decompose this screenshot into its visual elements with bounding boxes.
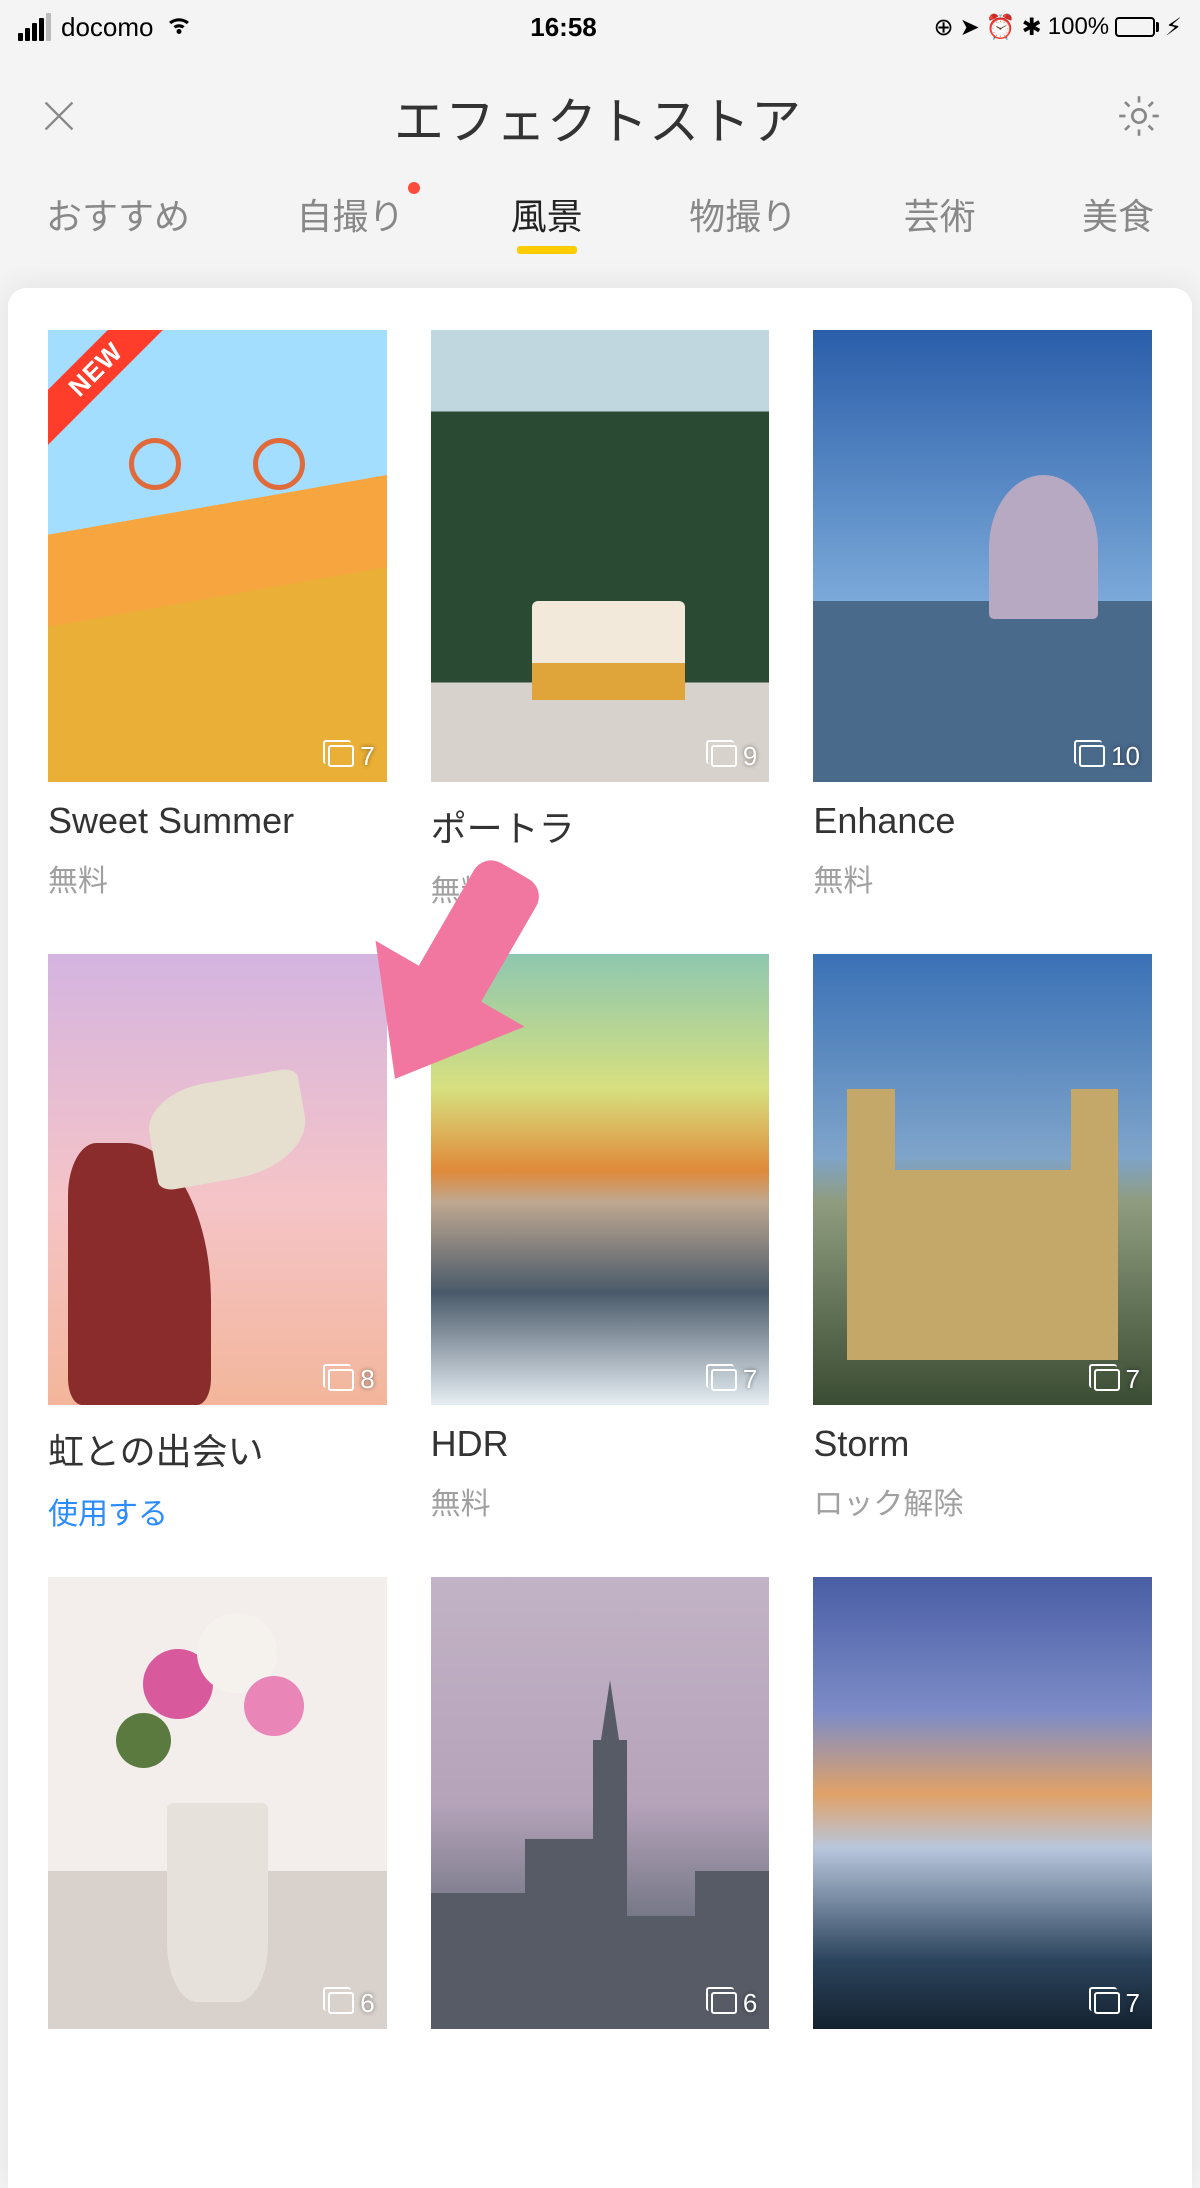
effect-tile[interactable]: NEW 7 Sweet Summer 無料: [48, 330, 387, 910]
settings-button[interactable]: [1114, 91, 1164, 146]
tab-1[interactable]: 自撮り: [296, 188, 404, 240]
photo-count: 7: [1094, 1988, 1140, 2019]
photo-count-value: 7: [360, 741, 374, 772]
alarm-icon: ⏰: [986, 13, 1016, 42]
effect-thumbnail[interactable]: 8: [48, 954, 387, 1406]
photo-count: 7: [1094, 1364, 1140, 1395]
photo-count-value: 6: [743, 1988, 757, 2019]
effect-thumbnail[interactable]: 7: [813, 954, 1152, 1406]
use-button[interactable]: 使用する: [48, 1489, 387, 1533]
stack-icon: [328, 745, 354, 767]
effect-title: Storm: [813, 1423, 1152, 1465]
effect-tile[interactable]: 6: [431, 1577, 770, 2029]
wifi-icon: [164, 9, 194, 46]
effect-title: ポートラ: [431, 800, 770, 852]
effect-price: 無料: [431, 866, 770, 910]
notification-dot: [408, 182, 420, 194]
photo-count: 9: [711, 741, 757, 772]
stack-icon: [328, 1992, 354, 2014]
effect-title: 虹との出会い: [48, 1423, 387, 1475]
photo-count-value: 9: [743, 741, 757, 772]
tab-5[interactable]: 美食: [1082, 188, 1154, 240]
category-tabs: おすすめ 自撮り 風景 物撮り 芸術 美食: [0, 176, 1200, 270]
effect-price: 無料: [48, 856, 387, 900]
status-right: ⊕ ➤ ⏰ ✱ 100% ⚡︎: [934, 13, 1182, 42]
status-bar: docomo 16:58 ⊕ ➤ ⏰ ✱ 100% ⚡︎: [0, 0, 1200, 44]
battery-icon: [1115, 17, 1159, 37]
effect-thumbnail[interactable]: 9: [431, 330, 770, 782]
clock: 16:58: [530, 12, 597, 43]
stack-icon: [711, 745, 737, 767]
location-icon: ➤: [960, 13, 980, 42]
effect-thumbnail[interactable]: NEW 7: [48, 330, 387, 782]
photo-count: 6: [328, 1988, 374, 2019]
effect-tile[interactable]: 7 HDR 無料: [431, 954, 770, 1534]
tab-2[interactable]: 風景: [511, 188, 583, 240]
carrier-label: docomo: [61, 12, 154, 43]
effect-price: 無料: [431, 1479, 770, 1523]
stack-icon: [711, 1992, 737, 2014]
header: エフェクトストア: [0, 44, 1200, 176]
photo-count-value: 7: [743, 1364, 757, 1395]
effect-tile[interactable]: 7: [813, 1577, 1152, 2029]
stack-icon: [328, 1369, 354, 1391]
charging-icon: ⚡︎: [1165, 13, 1182, 42]
stack-icon: [711, 1369, 737, 1391]
effect-tile[interactable]: 6: [48, 1577, 387, 2029]
photo-count-value: 7: [1126, 1988, 1140, 2019]
effect-title: HDR: [431, 1423, 770, 1465]
new-badge: NEW: [48, 330, 175, 448]
stack-icon: [1079, 745, 1105, 767]
effect-price: 無料: [813, 856, 1152, 900]
photo-count-value: 10: [1111, 741, 1140, 772]
photo-count-value: 7: [1126, 1364, 1140, 1395]
page-title: エフェクトストア: [394, 82, 802, 154]
orientation-lock-icon: ⊕: [934, 13, 954, 42]
photo-count-value: 8: [360, 1364, 374, 1395]
photo-count-value: 6: [360, 1988, 374, 2019]
signal-icon: [18, 13, 51, 41]
stack-icon: [1094, 1992, 1120, 2014]
photo-count: 10: [1079, 741, 1140, 772]
tab-0[interactable]: おすすめ: [46, 188, 190, 240]
effect-tile[interactable]: 9 ポートラ無料: [431, 330, 770, 910]
effect-thumbnail[interactable]: 6: [431, 1577, 770, 2029]
effect-tile[interactable]: 8 虹との出会い使用する: [48, 954, 387, 1534]
bluetooth-icon: ✱: [1022, 13, 1042, 42]
effect-thumbnail[interactable]: 10: [813, 330, 1152, 782]
effect-tile[interactable]: 7 Storm ロック解除: [813, 954, 1152, 1534]
effect-price: ロック解除: [813, 1479, 1152, 1523]
stack-icon: [1094, 1369, 1120, 1391]
effect-thumbnail[interactable]: 7: [813, 1577, 1152, 2029]
effect-tile[interactable]: 10 Enhance 無料: [813, 330, 1152, 910]
effect-title: Sweet Summer: [48, 800, 387, 842]
photo-count: 6: [711, 1988, 757, 2019]
effect-thumbnail[interactable]: 7: [431, 954, 770, 1406]
effect-title: Enhance: [813, 800, 1152, 842]
status-left: docomo: [18, 9, 194, 46]
photo-count: 7: [711, 1364, 757, 1395]
battery-percent: 100%: [1048, 13, 1109, 41]
close-button[interactable]: [36, 93, 82, 144]
photo-count: 8: [328, 1364, 374, 1395]
effect-thumbnail[interactable]: 6: [48, 1577, 387, 2029]
photo-count: 7: [328, 741, 374, 772]
tab-3[interactable]: 物撮り: [689, 188, 797, 240]
tab-4[interactable]: 芸術: [904, 188, 976, 240]
effects-grid: NEW7Sweet Summer無料9ポートラ無料10Enhance無料8虹との…: [48, 330, 1152, 2029]
effects-grid-card: NEW7Sweet Summer無料9ポートラ無料10Enhance無料8虹との…: [8, 288, 1192, 2188]
